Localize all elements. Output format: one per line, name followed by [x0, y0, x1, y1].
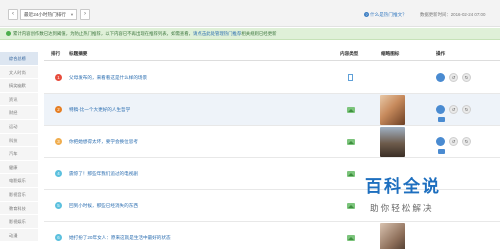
table-header: 排行 标题摘要 内容类型 缩略图标 操作 — [44, 46, 500, 61]
refresh-button[interactable]: ↻ — [462, 105, 471, 114]
image-icon — [347, 202, 355, 209]
check-icon — [6, 31, 11, 36]
sidebar-item[interactable]: 健康 — [0, 160, 38, 175]
col-ops: 操作 — [436, 51, 446, 56]
sidebar-item[interactable]: 影视娱乐 — [0, 215, 38, 229]
row-title-link[interactable]: 震惊了！那些年我们追过的电视剧 — [69, 171, 309, 177]
edit-button[interactable] — [438, 149, 445, 154]
row-actions: ↺ ↻ — [436, 105, 496, 114]
image-icon — [347, 138, 355, 145]
sidebar-item[interactable]: 资讯 — [0, 92, 38, 107]
image-icon — [347, 234, 355, 241]
view-button[interactable] — [436, 137, 445, 146]
row-title-link[interactable]: 父母发布的，来看看这是什么样的场景 — [69, 75, 309, 81]
thumbnail-image[interactable] — [380, 223, 405, 249]
row-title-link[interactable]: 特稿-比一个大更好的人生哲学 — [69, 107, 309, 113]
notice-tail: 相关规则已经更新 — [241, 31, 277, 36]
table-row: 3 你把她想得太坏，要学会换位思考 ↺ ↻ — [44, 126, 500, 158]
notice-link[interactable]: 请点击此处管理热门推荐 — [193, 31, 241, 36]
chevron-down-icon: ▼ — [70, 12, 74, 17]
category-sidebar: 综合总榜 文人时尚 搞笑幽默 资讯 财经 运动 科技 汽车 健康 电影娱乐 影视… — [0, 52, 38, 249]
table-row: 1 父母发布的，来看看这是什么样的场景 ↺ ↻ — [44, 62, 500, 94]
doc-icon — [347, 74, 355, 81]
notice-text: 累计内容创作数已达到阈值，为防止热门推荐，以下内容已不再出现在推荐列表，如需查看… — [13, 31, 194, 36]
notice-banner: 累计内容创作数已达到阈值，为防止热门推荐，以下内容已不再出现在推荐列表，如需查看… — [0, 28, 500, 40]
rank-badge: 1 — [55, 74, 62, 81]
row-actions: ↺ ↻ — [436, 137, 496, 146]
sidebar-item[interactable]: 科技 — [0, 133, 38, 148]
like-button[interactable]: ↺ — [449, 73, 458, 82]
next-button[interactable]: › — [80, 9, 90, 20]
sidebar-item[interactable]: 电影娱乐 — [0, 174, 38, 188]
view-button[interactable] — [436, 105, 445, 114]
thumbnail-image[interactable] — [380, 127, 405, 157]
row-title-link[interactable]: 回到小时候，那些已经消失的东西 — [69, 203, 309, 209]
sidebar-item[interactable]: 教育科技 — [0, 201, 38, 216]
rank-badge: 4 — [55, 170, 62, 177]
question-icon: ? — [364, 12, 369, 17]
refresh-button[interactable]: ↻ — [462, 137, 471, 146]
update-time: 数据更新时间：2016-02-24 07:00 — [420, 12, 486, 17]
help-link-label: 什么是热门推文？ — [370, 12, 407, 17]
hot-list-table: 排行 标题摘要 内容类型 缩略图标 操作 1 父母发布的，来看看这是什么样的场景… — [44, 46, 500, 249]
edit-button[interactable] — [438, 117, 445, 122]
table-row: 2 特稿-比一个大更好的人生哲学 ↺ ↻ — [44, 94, 500, 126]
image-icon — [347, 106, 355, 113]
col-rank: 排行 — [51, 51, 61, 56]
table-row: 6 她打扮了20年女人：原来这就是生活中最好的状态 — [44, 222, 500, 249]
sidebar-item[interactable]: 运动 — [0, 119, 38, 134]
rank-badge: 5 — [55, 202, 62, 209]
thumbnail-image[interactable] — [380, 95, 405, 125]
col-type: 内容类型 — [340, 51, 359, 56]
sidebar-item[interactable]: 搞笑幽默 — [0, 79, 38, 93]
sidebar-item[interactable]: 动漫 — [0, 228, 38, 243]
rank-badge: 3 — [55, 138, 62, 145]
sidebar-item[interactable]: 影视音乐 — [0, 187, 38, 202]
rank-badge: 2 — [55, 106, 62, 113]
sidebar-item[interactable]: 综合总榜 — [0, 52, 38, 66]
sidebar-item[interactable]: 财经 — [0, 106, 38, 120]
row-actions: ↺ ↻ — [436, 73, 496, 82]
rank-badge: 6 — [55, 234, 62, 241]
like-button[interactable]: ↺ — [449, 105, 458, 114]
help-link[interactable]: ? 什么是热门推文？ — [364, 12, 407, 18]
row-title-link[interactable]: 她打扮了20年女人：原来这就是生活中最好的状态 — [69, 235, 309, 241]
table-row: 5 回到小时候，那些已经消失的东西 — [44, 190, 500, 222]
sidebar-item[interactable]: 文人时尚 — [0, 65, 38, 80]
prev-button[interactable]: ‹ — [8, 9, 18, 20]
row-title-link[interactable]: 你把她想得太坏，要学会换位思考 — [69, 139, 309, 145]
col-thumb: 缩略图标 — [381, 51, 400, 56]
image-icon — [347, 170, 355, 177]
period-dropdown[interactable]: 最近24小时热门排行 ▼ — [20, 9, 77, 20]
top-toolbar: ‹ 最近24小时热门排行 ▼ › ? 什么是热门推文？ 数据更新时间：2016-0… — [0, 0, 500, 27]
refresh-button[interactable]: ↻ — [462, 73, 471, 82]
col-title: 标题摘要 — [69, 51, 88, 56]
view-button[interactable] — [436, 73, 445, 82]
period-value: 最近24小时热门排行 — [24, 12, 66, 17]
sidebar-item[interactable]: 汽车 — [0, 147, 38, 161]
like-button[interactable]: ↺ — [449, 137, 458, 146]
table-row: 4 震惊了！那些年我们追过的电视剧 — [44, 158, 500, 190]
